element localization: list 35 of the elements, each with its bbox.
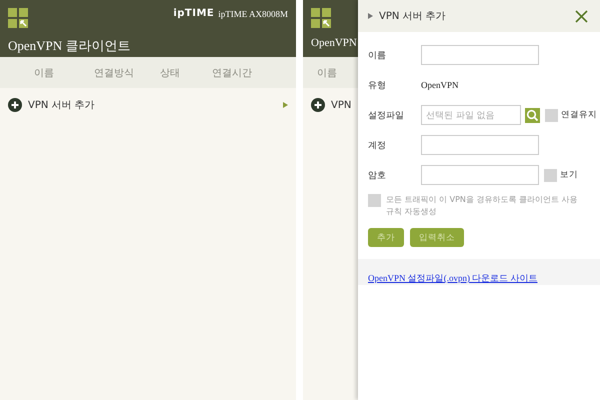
text-field[interactable] [421,135,539,155]
add-server-row[interactable]: VPN 서버 추가 [8,98,288,112]
column-header: 연결시간 [211,66,253,80]
checkbox[interactable] [544,168,557,182]
option-label: 연결유지 [561,109,597,121]
column-header: 이름 [33,66,55,80]
field-label: 설정파일 [368,110,405,122]
field-label: 계정 [368,140,387,152]
checkbox-label: 모든 트래픽이 이 VPN을 경유하도록 클라이언트 사용 규칙 자동생성 [386,194,579,218]
column-header: 상태 [159,66,181,80]
right-triangle-icon [283,102,288,108]
text-field[interactable] [421,45,539,65]
logo-tiles-icon [311,8,331,28]
checkbox[interactable] [368,194,381,207]
field-label: 유형 [368,80,387,92]
search-icon[interactable] [525,108,540,122]
close-icon[interactable] [575,10,588,22]
column-header: 연결방식 [93,66,135,80]
logo-tiles-icon [8,8,28,28]
add-server-row[interactable]: VPN [311,98,352,112]
plus-circle-icon [8,98,22,112]
field-label: 암호 [368,170,387,182]
plus-circle-icon [311,98,325,112]
panel-title: VPN 서버 추가 [379,10,446,23]
model-name: ipTIME AX8008M [218,8,288,18]
page-title: OpenVPN [311,37,358,49]
field-label: 이름 [368,50,387,62]
page-title: OpenVPN 클라이언트 [8,37,132,55]
brand-logo: ipTIME [173,8,214,19]
option-label: 보기 [560,169,578,181]
right-triangle-icon [368,13,373,19]
checkbox[interactable] [545,108,558,122]
column-header: 이름 [317,66,337,80]
password-field[interactable] [421,165,539,185]
field-value: OpenVPN [421,80,458,90]
